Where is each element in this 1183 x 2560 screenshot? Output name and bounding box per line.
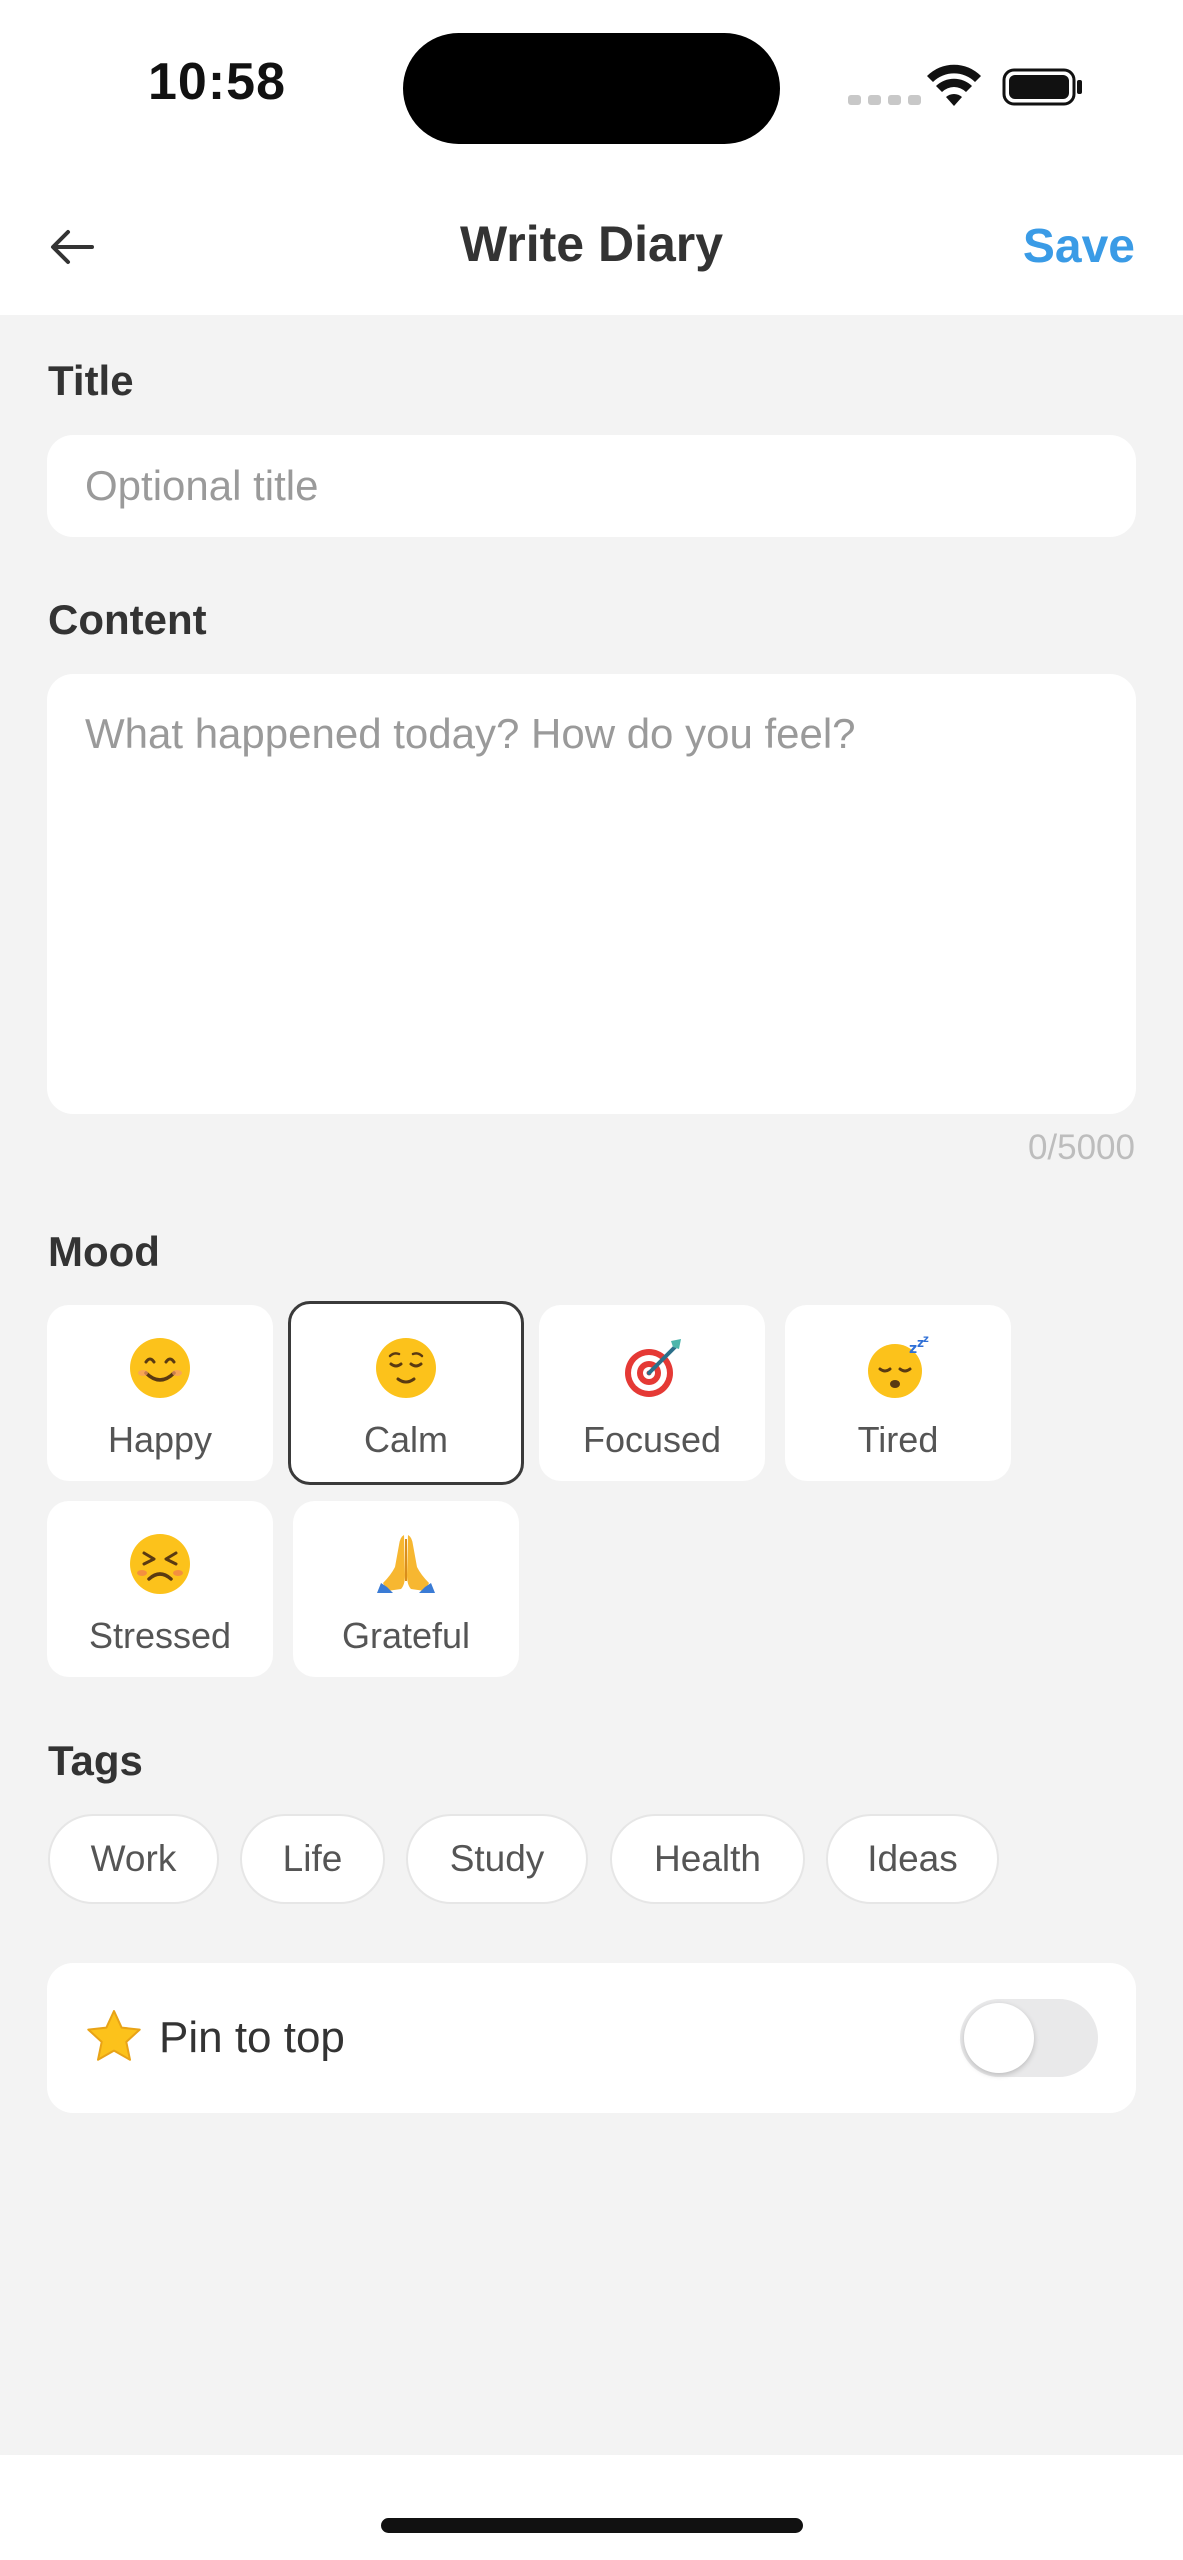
mood-option-grateful[interactable]: Grateful bbox=[293, 1501, 519, 1677]
wifi-icon bbox=[927, 64, 981, 106]
smiling-face-icon bbox=[130, 1338, 190, 1398]
tag-chip-life[interactable]: Life bbox=[240, 1814, 385, 1904]
relieved-face-icon bbox=[376, 1338, 436, 1398]
bottom-safe-area bbox=[0, 2455, 1183, 2560]
battery-icon bbox=[1002, 68, 1082, 106]
cellular-signal-icon bbox=[848, 95, 921, 105]
svg-text:z: z bbox=[923, 1335, 929, 1345]
save-button[interactable]: Save bbox=[1023, 219, 1135, 274]
tags-label: Tags bbox=[48, 1737, 143, 1784]
tag-chip-ideas[interactable]: Ideas bbox=[826, 1814, 999, 1904]
content-textarea[interactable] bbox=[47, 674, 1136, 1114]
mood-option-label: Grateful bbox=[341, 1615, 471, 1656]
svg-text:z: z bbox=[909, 1341, 917, 1357]
sleeping-face-icon: z z z bbox=[868, 1335, 929, 1398]
star-icon bbox=[87, 2010, 141, 2061]
mood-option-happy[interactable]: Happy bbox=[47, 1305, 273, 1481]
pin-to-top-label: Pin to top bbox=[159, 2013, 345, 2062]
folded-hands-icon bbox=[377, 1535, 435, 1593]
mood-option-label: Tired bbox=[857, 1419, 939, 1460]
mood-option-stressed[interactable]: Stressed bbox=[47, 1501, 273, 1677]
dynamic-island bbox=[403, 33, 780, 144]
mood-option-label: Focused bbox=[582, 1419, 722, 1460]
status-time: 10:58 bbox=[148, 53, 286, 111]
pin-to-top-row: Pin to top bbox=[47, 1963, 1136, 2113]
tag-chip-work[interactable]: Work bbox=[48, 1814, 219, 1904]
mood-option-label: Calm bbox=[363, 1419, 448, 1460]
toggle-knob bbox=[964, 2003, 1034, 2073]
mood-option-calm[interactable]: Calm bbox=[288, 1301, 524, 1485]
status-bar: 10:58 bbox=[0, 0, 1183, 175]
content-label: Content bbox=[48, 596, 207, 643]
tag-chip-study[interactable]: Study bbox=[406, 1814, 588, 1904]
mood-label: Mood bbox=[48, 1228, 160, 1275]
home-indicator[interactable] bbox=[381, 2518, 803, 2533]
title-input[interactable] bbox=[47, 435, 1136, 537]
tag-chip-health[interactable]: Health bbox=[610, 1814, 805, 1904]
title-label: Title bbox=[48, 357, 134, 404]
pin-to-top-toggle[interactable] bbox=[960, 1999, 1098, 2077]
mood-option-tired[interactable]: z z z Tired bbox=[785, 1305, 1011, 1481]
persevering-face-icon bbox=[130, 1534, 190, 1594]
mood-option-focused[interactable]: Focused bbox=[539, 1305, 765, 1481]
mood-option-label: Stressed bbox=[88, 1615, 232, 1656]
mood-option-label: Happy bbox=[107, 1419, 213, 1460]
nav-header: Write Diary Save bbox=[0, 175, 1183, 315]
target-icon bbox=[625, 1339, 681, 1397]
page-title: Write Diary bbox=[459, 216, 724, 272]
character-count: 0/5000 bbox=[1027, 1128, 1135, 1167]
